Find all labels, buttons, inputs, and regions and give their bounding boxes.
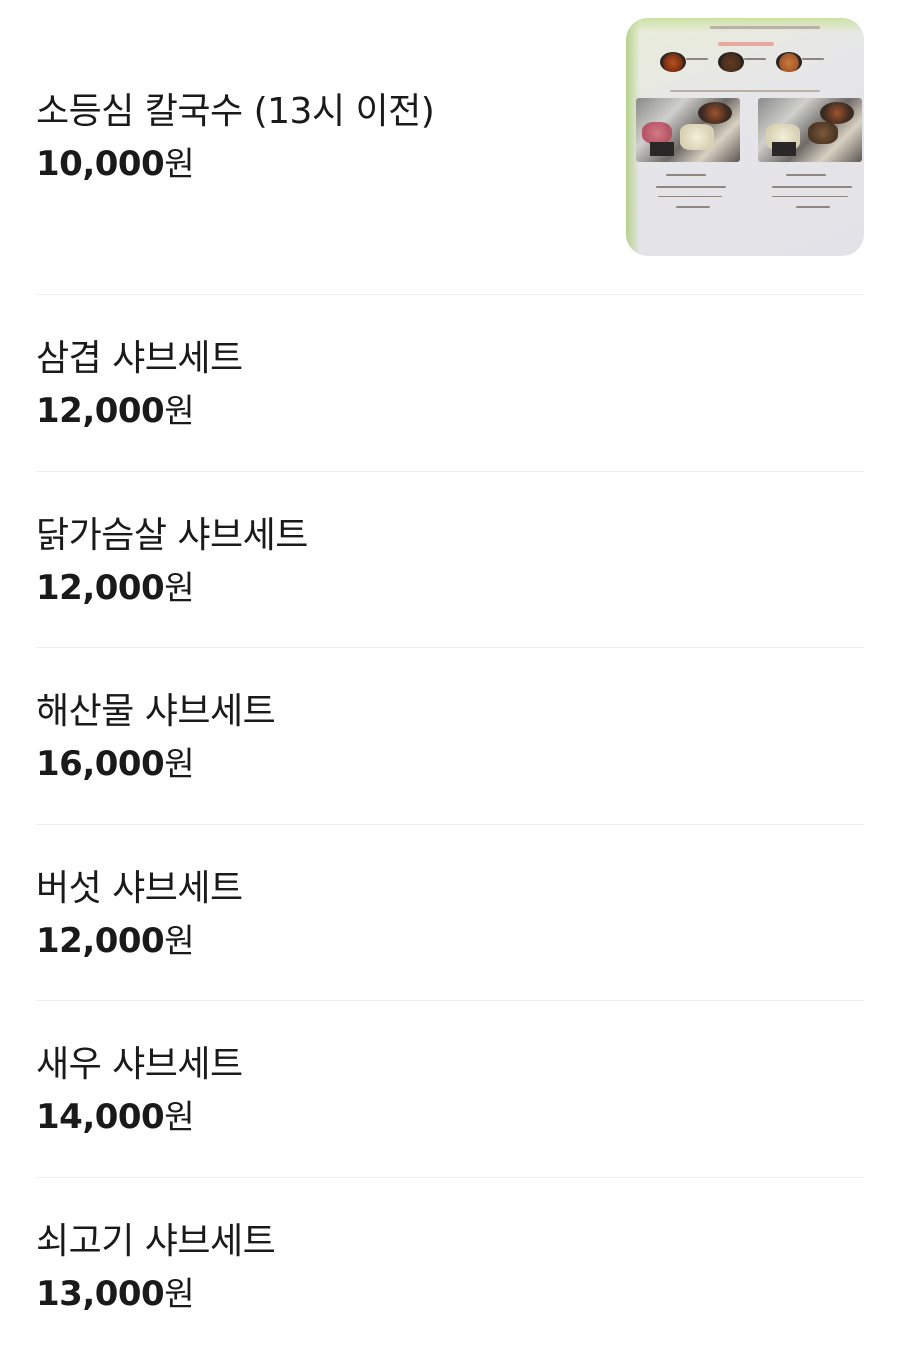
menu-item[interactable]: 해산물 샤브세트 16,000원 xyxy=(36,648,864,825)
menu-item-name: 새우 샤브세트 xyxy=(36,1041,243,1089)
menu-item-text: 해산물 샤브세트 16,000원 xyxy=(36,688,275,788)
menu-item-text: 새우 샤브세트 14,000원 xyxy=(36,1041,243,1141)
price-value: 13,000 xyxy=(36,1274,164,1314)
dish-photo xyxy=(758,98,862,162)
menu-item-text: 닭가슴살 샤브세트 12,000원 xyxy=(36,512,308,612)
menu-item-text: 삼겹 샤브세트 12,000원 xyxy=(36,335,243,435)
menu-item-price: 12,000원 xyxy=(36,387,243,435)
currency-label: 원 xyxy=(164,391,194,430)
menu-item[interactable]: 새우 샤브세트 14,000원 xyxy=(36,1001,864,1178)
menu-item[interactable]: 버섯 샤브세트 12,000원 xyxy=(36,825,864,1002)
menu-item-text: 쇠고기 샤브세트 13,000원 xyxy=(36,1218,275,1318)
currency-label: 원 xyxy=(164,144,194,183)
currency-label: 원 xyxy=(164,744,194,783)
price-value: 14,000 xyxy=(36,1097,164,1137)
currency-label: 원 xyxy=(164,1274,194,1313)
menu-item-name: 삼겹 샤브세트 xyxy=(36,335,243,383)
menu-item-price: 14,000원 xyxy=(36,1093,243,1141)
menu-item-price: 13,000원 xyxy=(36,1270,275,1318)
menu-item-thumbnail[interactable] xyxy=(626,18,864,256)
soup-bowl-image xyxy=(660,52,686,72)
price-value: 10,000 xyxy=(36,144,164,184)
menu-item[interactable]: 닭가슴살 샤브세트 12,000원 xyxy=(36,472,864,649)
menu-item-name: 해산물 샤브세트 xyxy=(36,688,275,736)
menu-item-price: 16,000원 xyxy=(36,740,275,788)
menu-item-name: 버섯 샤브세트 xyxy=(36,865,243,913)
price-value: 12,000 xyxy=(36,568,164,608)
menu-item-price: 12,000원 xyxy=(36,917,243,965)
soup-bowl-image xyxy=(776,52,802,72)
soup-bowl-image xyxy=(718,52,744,72)
dish-photo xyxy=(636,98,740,162)
menu-item-name: 쇠고기 샤브세트 xyxy=(36,1218,275,1266)
currency-label: 원 xyxy=(164,568,194,607)
menu-item-text: 소등심 칼국수 (13시 이전) 10,000원 xyxy=(36,88,434,188)
currency-label: 원 xyxy=(164,921,194,960)
menu-item[interactable]: 소등심 칼국수 (13시 이전) 10,000원 xyxy=(36,0,864,295)
menu-item[interactable]: 삼겹 샤브세트 12,000원 xyxy=(36,295,864,472)
menu-item-price: 10,000원 xyxy=(36,140,434,188)
menu-item-price: 12,000원 xyxy=(36,564,308,612)
price-value: 12,000 xyxy=(36,921,164,961)
menu-item[interactable]: 쇠고기 샤브세트 13,000원 xyxy=(36,1178,864,1354)
currency-label: 원 xyxy=(164,1097,194,1136)
menu-item-name: 닭가슴살 샤브세트 xyxy=(36,512,308,560)
menu-list: 소등심 칼국수 (13시 이전) 10,000원 xyxy=(0,0,900,1354)
price-value: 16,000 xyxy=(36,744,164,784)
menu-item-text: 버섯 샤브세트 12,000원 xyxy=(36,865,243,965)
menu-item-name: 소등심 칼국수 (13시 이전) xyxy=(36,88,434,136)
price-value: 12,000 xyxy=(36,391,164,431)
